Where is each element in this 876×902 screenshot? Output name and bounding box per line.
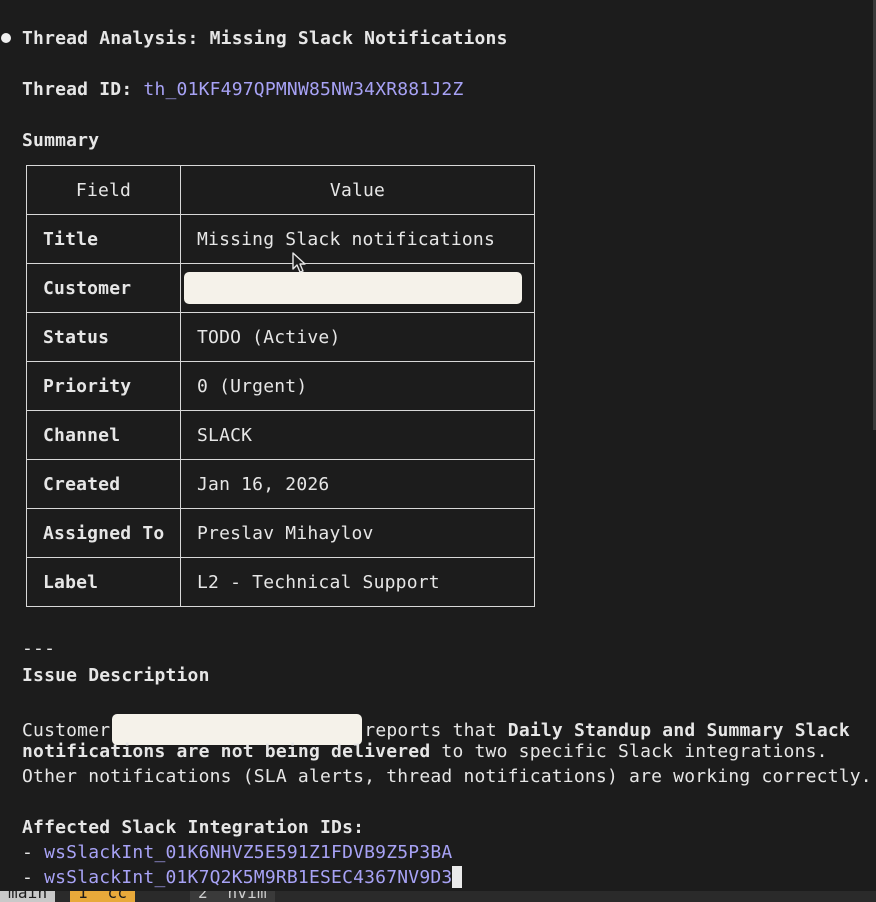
table-row: Created Jan 16, 2026 xyxy=(26,459,535,509)
row-value: L2 - Technical Support xyxy=(180,557,535,607)
redaction-box xyxy=(184,272,522,304)
row-field: Label xyxy=(26,557,181,607)
page-title: Thread Analysis: Missing Slack Notificat… xyxy=(22,28,508,49)
text-cursor xyxy=(452,866,463,888)
issue-line-2: notifications are not being delivered to… xyxy=(22,739,828,764)
row-value: Preslav Mihaylov xyxy=(180,508,535,558)
table-row: Assigned To Preslav Mihaylov xyxy=(26,508,535,558)
row-value: Jan 16, 2026 xyxy=(180,459,535,509)
issue-customer-word: Customer xyxy=(22,720,111,741)
affected-heading: Affected Slack Integration IDs: xyxy=(22,817,365,838)
row-field: Status xyxy=(26,312,181,362)
thread-id-link[interactable]: th_01KF497QPMNW85NW34XR881J2Z xyxy=(143,79,463,100)
row-field: Channel xyxy=(26,410,181,460)
tmux-status-bar: main 1 cc 2 nvim xyxy=(0,891,876,902)
column-header-value: Value xyxy=(180,165,535,215)
issue-bold-text: Daily Standup and Summary Slack xyxy=(507,720,850,741)
issue-line-1: Customer reports that Daily Standup and S… xyxy=(22,714,850,745)
list-dash: - xyxy=(22,842,45,863)
window-tab-2[interactable]: 2 nvim xyxy=(190,891,275,902)
table-row: Label L2 - Technical Support xyxy=(26,557,535,607)
row-value: 0 (Urgent) xyxy=(180,361,535,411)
session-name: main xyxy=(0,891,56,902)
list-dash: - xyxy=(22,867,45,888)
issue-reports-text: reports that xyxy=(364,720,508,741)
row-value: TODO (Active) xyxy=(180,312,535,362)
integration-id-link[interactable]: wsSlackInt_01K6NHVZ5E591Z1FDVB9Z5P3BA xyxy=(44,842,452,863)
summary-heading: Summary xyxy=(22,130,100,151)
row-value-redacted xyxy=(180,263,535,313)
separator: --- xyxy=(22,638,56,659)
integration-id-link[interactable]: wsSlackInt_01K7Q2K5M9RB1ESEC4367NV9D3 xyxy=(44,867,452,888)
issue-line-3: Other notifications (SLA alerts, thread … xyxy=(22,766,872,787)
issue-bold-text: notifications are not being delivered xyxy=(22,741,431,762)
row-value: Missing Slack notifications xyxy=(180,214,535,264)
window-tab-1[interactable]: 1 cc xyxy=(70,891,136,902)
thread-id-label: Thread ID: xyxy=(22,79,133,100)
row-value: SLACK xyxy=(180,410,535,460)
bullet-dot-icon xyxy=(1,33,11,43)
column-header-field: Field xyxy=(26,165,181,215)
row-field: Customer xyxy=(26,263,181,313)
issue-heading: Issue Description xyxy=(22,665,210,686)
table-row: Channel SLACK xyxy=(26,410,535,460)
mouse-pointer-icon xyxy=(292,252,306,273)
issue-text: to two specific Slack integrations. xyxy=(430,741,828,762)
table-row: Status TODO (Active) xyxy=(26,312,535,362)
list-item: - wsSlackInt_01K6NHVZ5E591Z1FDVB9Z5P3BA xyxy=(22,840,452,865)
list-item: - wsSlackInt_01K7Q2K5M9RB1ESEC4367NV9D3 xyxy=(22,865,463,890)
thread-id-line: Thread ID: th_01KF497QPMNW85NW34XR881J2Z xyxy=(22,77,464,102)
table-row: Title Missing Slack notifications xyxy=(26,214,535,264)
table-row: Customer xyxy=(26,263,535,313)
row-field: Created xyxy=(26,459,181,509)
row-field: Assigned To xyxy=(26,508,181,558)
table-header-row: Field Value xyxy=(26,165,535,215)
row-field: Priority xyxy=(26,361,181,411)
table-row: Priority 0 (Urgent) xyxy=(26,361,535,411)
summary-table: Field Value Title Missing Slack notifica… xyxy=(26,165,535,607)
row-field: Title xyxy=(26,214,181,264)
